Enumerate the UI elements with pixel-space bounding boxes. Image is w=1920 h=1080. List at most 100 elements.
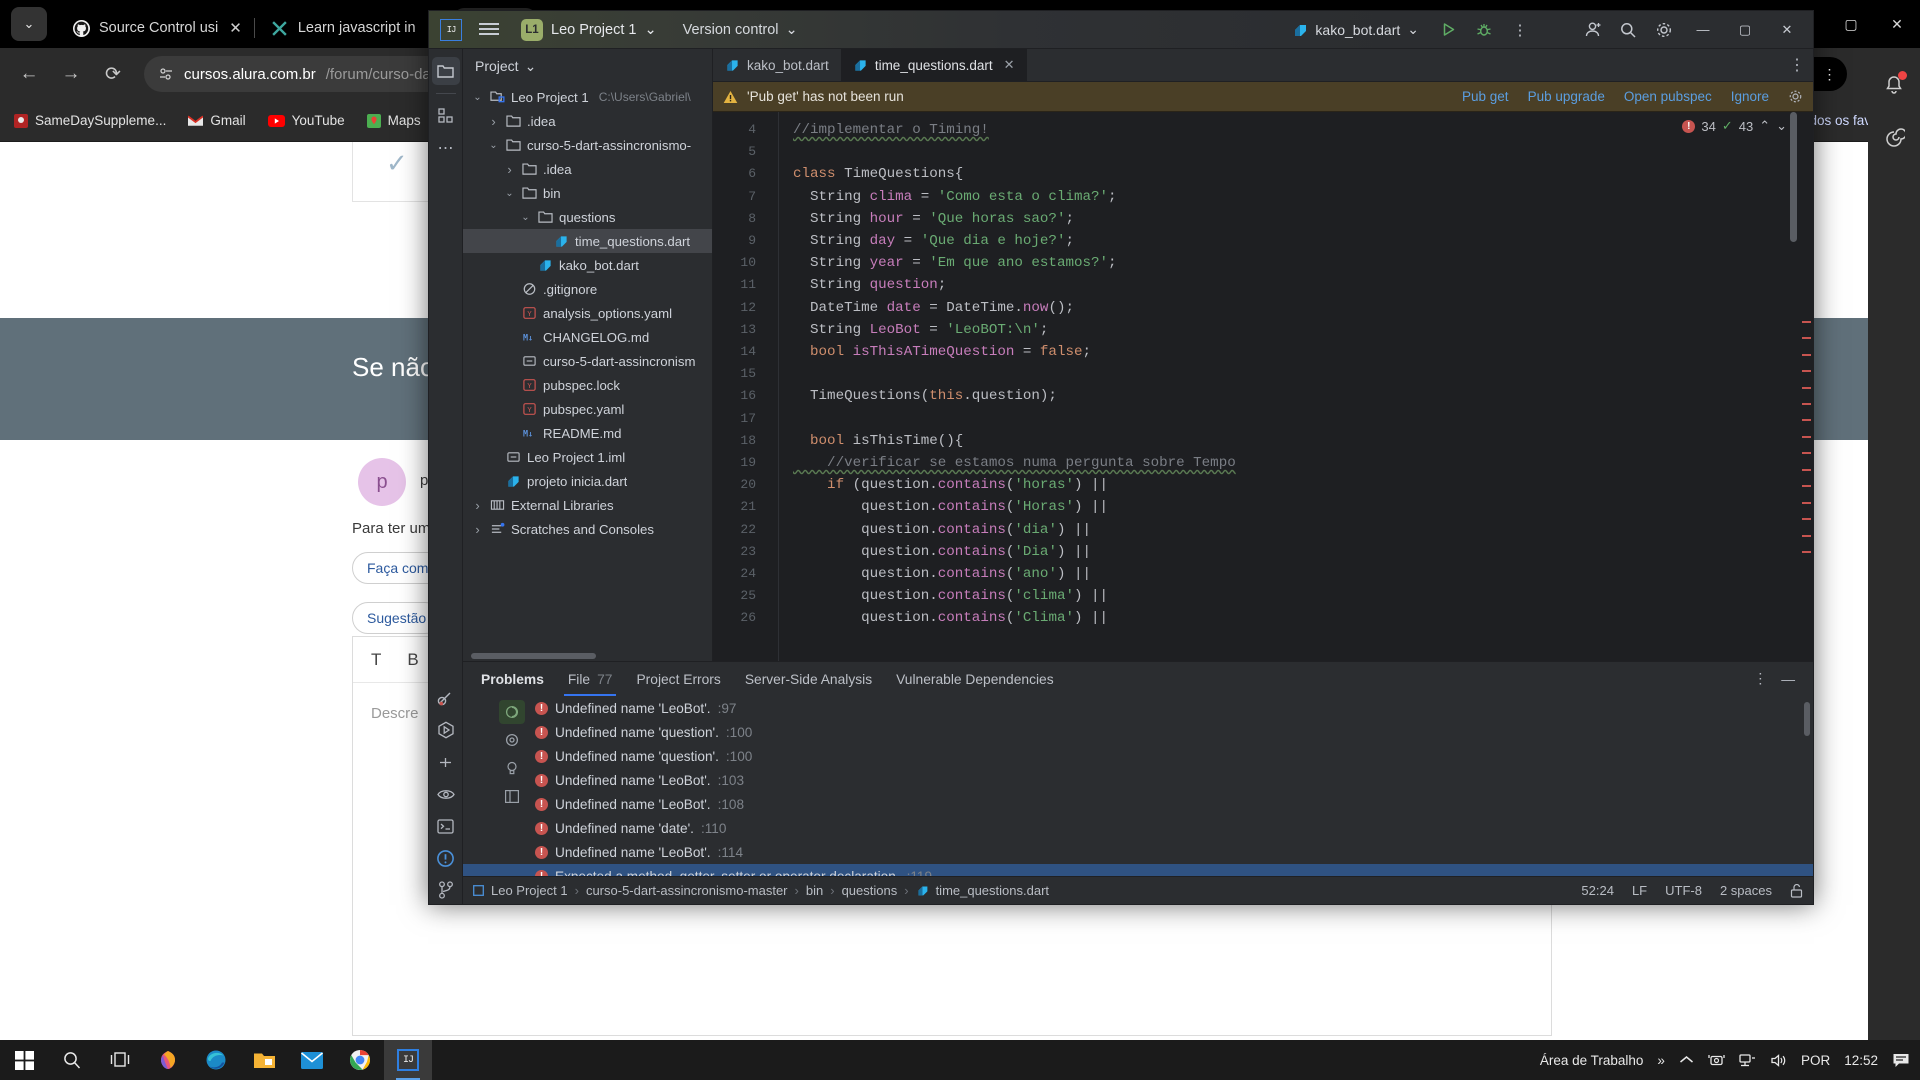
project-file-tree[interactable]: ⌄ Leo Project 1 C:\Users\Gabriel\ › .idea ⌄ cu… xyxy=(463,83,712,661)
run-configuration-selector[interactable]: kako_bot.dart ⌄ xyxy=(1284,18,1427,41)
project-tool-icon[interactable] xyxy=(431,57,460,85)
problem-row[interactable]: ! Undefined name 'date'.:110 xyxy=(463,816,1813,840)
tree-node-projeto-inicia-dart[interactable]: projeto inicia.dart xyxy=(463,469,712,493)
code-line[interactable]: question.contains('Horas') || xyxy=(793,496,1813,518)
error-stripe-mark[interactable] xyxy=(1802,370,1811,373)
more-vertical-icon[interactable]: ⋮ xyxy=(1505,15,1535,45)
hamburger-menu-icon[interactable] xyxy=(475,16,503,44)
problems-tab-vulnerable-dependencies[interactable]: Vulnerable Dependencies xyxy=(896,662,1054,696)
run-tool-icon[interactable] xyxy=(432,716,460,744)
start-button[interactable] xyxy=(0,1040,48,1080)
notifications-icon[interactable] xyxy=(1892,1052,1910,1069)
bookmark-item-3[interactable]: Maps xyxy=(366,113,421,128)
indent-setting[interactable]: 2 spaces xyxy=(1720,883,1772,898)
breadcrumb-item-1[interactable]: curso-5-dart-assincronismo-master xyxy=(586,883,788,898)
code-line[interactable] xyxy=(793,408,1813,430)
chevron-right-icon[interactable]: › xyxy=(503,162,516,177)
problems-tab-file[interactable]: File 77 xyxy=(563,662,617,696)
run-icon[interactable] xyxy=(1433,15,1463,45)
code-line[interactable]: if (question.contains('horas') || xyxy=(793,474,1813,496)
problem-row[interactable]: ! Undefined name 'question'.:100 xyxy=(463,720,1813,744)
error-stripe-mark[interactable] xyxy=(1802,452,1811,455)
terminal-tool-icon[interactable] xyxy=(432,812,460,840)
breadcrumb-item-4[interactable]: time_questions.dart xyxy=(936,883,1049,898)
editor-tab-time_questions-dart[interactable]: time_questions.dart ✕ xyxy=(840,49,1027,81)
tree-node-bin[interactable]: ⌄ bin xyxy=(463,181,712,205)
browser-close-button[interactable]: ✕ xyxy=(1874,0,1920,48)
tree-node-curso-5-dart-assincronism[interactable]: curso-5-dart-assincronism xyxy=(463,349,712,373)
clock[interactable]: 12:52 xyxy=(1844,1053,1878,1068)
code-editor[interactable]: 4 5 6 7 8 9 10 11 12 13 14 15 16 17 18 19 20 21 22 23 24 25 26… xyxy=(713,112,1813,661)
tree-node-gitignore[interactable]: .gitignore xyxy=(463,277,712,301)
code-line[interactable] xyxy=(793,363,1813,385)
tree-node-readme-md[interactable]: M↓ README.md xyxy=(463,421,712,445)
code-line[interactable]: //verificar se estamos numa pergunta sob… xyxy=(793,452,1813,474)
caret-position[interactable]: 52:24 xyxy=(1581,883,1614,898)
intellij-icon[interactable]: IJ xyxy=(437,16,465,44)
gear-icon[interactable] xyxy=(1788,89,1803,104)
search-button[interactable] xyxy=(48,1040,96,1080)
search-icon[interactable] xyxy=(1613,15,1643,45)
site-info-icon[interactable] xyxy=(158,66,174,82)
close-icon[interactable]: ✕ xyxy=(1004,57,1015,73)
code-line[interactable]: question.contains('dia') || xyxy=(793,519,1813,541)
error-stripe-mark[interactable] xyxy=(1802,468,1811,471)
error-stripe-mark[interactable] xyxy=(1802,386,1811,389)
code-line[interactable]: question.contains('Clima') || xyxy=(793,607,1813,629)
bookmark-item-2[interactable]: YouTube xyxy=(267,113,345,128)
debug-icon[interactable] xyxy=(1469,15,1499,45)
project-pane-header[interactable]: Project ⌄ xyxy=(463,49,712,83)
mail-button[interactable] xyxy=(288,1040,336,1080)
problems-layout-icon[interactable] xyxy=(499,784,525,808)
input-language[interactable]: POR xyxy=(1801,1053,1830,1068)
code-line[interactable]: String hour = 'Que horas sao?'; xyxy=(793,208,1813,230)
code-line[interactable] xyxy=(793,141,1813,163)
chevron-up-icon[interactable] xyxy=(1679,1055,1694,1065)
more-tools-icon[interactable]: ⋯ xyxy=(432,134,460,162)
tree-node-analysis-options-yaml[interactable]: Yanalysis_options.yaml xyxy=(463,301,712,325)
pub-get-link[interactable]: Pub get xyxy=(1462,89,1509,104)
problems-filter-icon[interactable] xyxy=(499,700,525,724)
chevron-right-icon[interactable]: › xyxy=(471,498,484,513)
problems-tab-server-side-analysis[interactable]: Server-Side Analysis xyxy=(745,662,872,696)
tree-node-leo-project-1-iml[interactable]: Leo Project 1.iml xyxy=(463,445,712,469)
debug-tool-icon[interactable] xyxy=(432,748,460,776)
chevron-down-icon[interactable]: ⌄ xyxy=(1776,118,1787,134)
account-icon[interactable] xyxy=(1577,15,1607,45)
chevron-right-icon[interactable]: › xyxy=(471,522,484,537)
problems-tab-project-errors[interactable]: Project Errors xyxy=(636,662,720,696)
bold-button[interactable]: B xyxy=(407,650,418,670)
chevron-down-icon[interactable]: ⌄ xyxy=(503,188,516,199)
spiral-panel-icon[interactable] xyxy=(1879,124,1909,154)
problems-tool-icon[interactable] xyxy=(432,844,460,872)
bookmark-item-1[interactable]: Gmail xyxy=(188,113,246,128)
chevron-down-icon[interactable]: ⌄ xyxy=(519,212,532,223)
code-line[interactable]: question.contains('clima') || xyxy=(793,585,1813,607)
explorer-button[interactable] xyxy=(240,1040,288,1080)
task-view-button[interactable] xyxy=(96,1040,144,1080)
camera-icon[interactable] xyxy=(1708,1053,1725,1068)
problem-row[interactable]: ! Undefined name 'LeoBot'.:97 xyxy=(463,696,1813,720)
tree-node-external-libraries[interactable]: › External Libraries xyxy=(463,493,712,517)
open-pubspec-link[interactable]: Open pubspec xyxy=(1624,89,1712,104)
tree-node-changelog-md[interactable]: M↓ CHANGELOG.md xyxy=(463,325,712,349)
tray-overflow-icon[interactable]: » xyxy=(1657,1053,1665,1068)
problems-settings-icon[interactable] xyxy=(499,728,525,752)
code-line[interactable]: String LeoBot = 'LeoBOT:\n'; xyxy=(793,319,1813,341)
editor-tabs-more-icon[interactable]: ⋮ xyxy=(1789,49,1813,81)
error-stripe-mark[interactable] xyxy=(1802,551,1811,554)
more-vertical-icon[interactable]: ⋮ xyxy=(1753,671,1767,687)
problem-row[interactable]: ! Undefined name 'question'.:100 xyxy=(463,744,1813,768)
reload-icon[interactable]: ⟳ xyxy=(94,55,132,93)
gear-icon[interactable] xyxy=(1649,15,1679,45)
back-arrow-icon[interactable]: ← xyxy=(10,55,48,93)
minimize-icon[interactable]: — xyxy=(1781,672,1795,687)
tab-search-button[interactable]: ⌄ xyxy=(0,0,58,48)
problems-lightbulb-icon[interactable] xyxy=(499,756,525,780)
ide-minimize-button[interactable]: — xyxy=(1685,15,1721,45)
code-line[interactable]: String day = 'Que dia e hoje?'; xyxy=(793,230,1813,252)
tree-node-questions[interactable]: ⌄ questions xyxy=(463,205,712,229)
ide-maximize-button[interactable]: ▢ xyxy=(1727,15,1763,45)
problem-row[interactable]: ! Undefined name 'LeoBot'.:103 xyxy=(463,768,1813,792)
error-stripe-mark[interactable] xyxy=(1802,518,1811,521)
